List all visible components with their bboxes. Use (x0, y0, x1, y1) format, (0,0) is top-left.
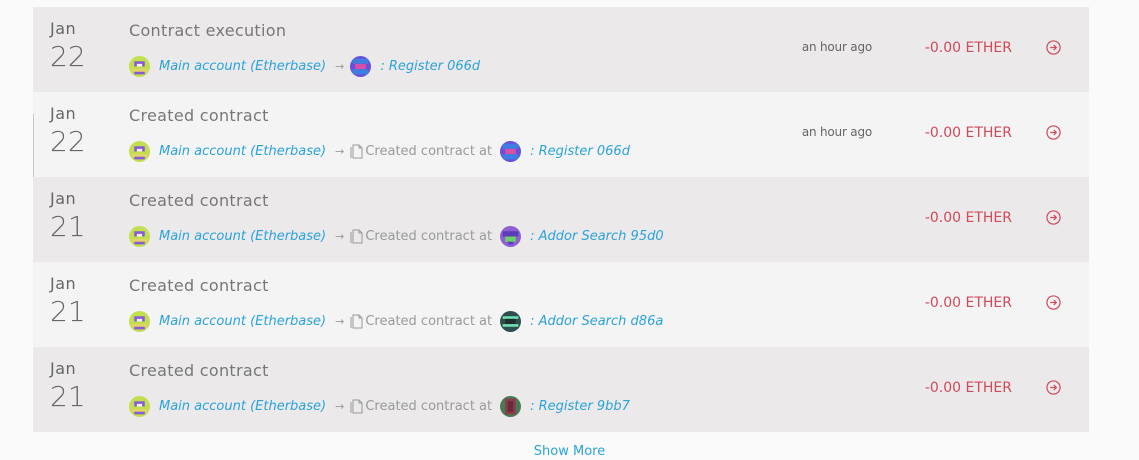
from-account-link[interactable]: Main account (Etherbase) (159, 399, 326, 414)
arrow-circle-right-icon[interactable] (1046, 40, 1061, 55)
date-month: Jan (50, 19, 77, 38)
to-avatar-icon[interactable] (500, 140, 522, 162)
transaction-flow: Main account (Etherbase) → Created contr… (129, 310, 663, 332)
transaction-date: Jan 22 (50, 19, 110, 74)
right-arrow-icon: → (335, 229, 345, 243)
transaction-row[interactable]: Jan 21 Created contract Main account (Et… (33, 177, 1089, 262)
date-day: 22 (50, 125, 86, 158)
contract-link[interactable]: : Register 066d (380, 59, 480, 74)
to-avatar-icon[interactable] (350, 55, 372, 77)
date-day: 21 (50, 380, 86, 413)
transaction-list: Jan 22 Contract execution Main account (… (33, 7, 1089, 432)
arrow-circle-right-icon[interactable] (1046, 295, 1061, 310)
arrow-circle-right-icon[interactable] (1046, 210, 1061, 225)
from-avatar-icon[interactable] (129, 395, 150, 417)
transaction-date: Jan 21 (50, 189, 110, 244)
date-day: 21 (50, 295, 86, 328)
created-contract-label: Created contract at (365, 398, 493, 414)
created-contract-label: Created contract at (365, 313, 493, 329)
transaction-title: Created contract (129, 276, 269, 295)
transaction-amount: -0.00 ETHER (924, 125, 1012, 141)
transaction-amount: -0.00 ETHER (924, 295, 1012, 311)
transaction-row[interactable]: Jan 22 Created contract Main account (Et… (33, 92, 1089, 178)
to-avatar-icon[interactable] (500, 395, 522, 417)
from-account-link[interactable]: Main account (Etherbase) (159, 59, 326, 74)
transaction-flow: Main account (Etherbase) → Created contr… (129, 395, 630, 417)
from-avatar-icon[interactable] (129, 140, 150, 162)
contract-link[interactable]: : Register 066d (530, 144, 630, 159)
created-contract-label: Created contract at (365, 228, 493, 244)
date-month: Jan (50, 104, 77, 123)
transaction-time: an hour ago (801, 40, 872, 54)
document-icon (350, 399, 363, 413)
transaction-date: Jan 21 (50, 359, 110, 414)
transaction-amount: -0.00 ETHER (924, 40, 1012, 56)
from-avatar-icon[interactable] (129, 225, 150, 247)
to-avatar-icon[interactable] (500, 310, 522, 332)
date-month: Jan (50, 189, 77, 208)
transaction-title: Created contract (129, 191, 269, 210)
contract-link[interactable]: : Addor Search 95d0 (530, 229, 664, 244)
date-day: 21 (50, 210, 86, 243)
right-arrow-icon: → (335, 144, 345, 158)
arrow-circle-right-icon[interactable] (1046, 380, 1061, 395)
right-arrow-icon: → (335, 399, 345, 413)
from-account-link[interactable]: Main account (Etherbase) (159, 229, 326, 244)
transaction-flow: Main account (Etherbase) → Created contr… (129, 225, 664, 247)
from-account-link[interactable]: Main account (Etherbase) (159, 314, 326, 329)
date-month: Jan (50, 274, 77, 293)
transaction-time: an hour ago (801, 125, 872, 139)
transaction-date: Jan 22 (50, 104, 110, 159)
transaction-row[interactable]: Jan 21 Created contract Main account (Et… (33, 347, 1089, 432)
from-avatar-icon[interactable] (129, 310, 150, 332)
transaction-date: Jan 21 (50, 274, 110, 329)
transaction-row[interactable]: Jan 21 Created contract Main account (Et… (33, 262, 1089, 347)
show-more-link[interactable]: Show More (0, 444, 1139, 460)
transaction-flow: Main account (Etherbase) → Created contr… (129, 140, 630, 162)
from-account-link[interactable]: Main account (Etherbase) (159, 144, 326, 159)
transaction-row[interactable]: Jan 22 Contract execution Main account (… (33, 7, 1089, 92)
transaction-flow: Main account (Etherbase) → : Register 06… (129, 55, 480, 77)
date-day: 22 (50, 40, 86, 73)
to-avatar-icon[interactable] (500, 225, 522, 247)
document-icon (350, 144, 363, 158)
transaction-title: Created contract (129, 361, 269, 380)
contract-link[interactable]: : Register 9bb7 (530, 399, 630, 414)
document-icon (350, 229, 363, 243)
right-arrow-icon: → (335, 59, 345, 73)
from-avatar-icon[interactable] (129, 55, 150, 77)
transaction-title: Contract execution (129, 21, 287, 40)
transaction-amount: -0.00 ETHER (924, 380, 1012, 396)
contract-link[interactable]: : Addor Search d86a (530, 314, 663, 329)
transaction-title: Created contract (129, 106, 269, 125)
created-contract-label: Created contract at (365, 143, 493, 159)
document-icon (350, 314, 363, 328)
right-arrow-icon: → (335, 314, 345, 328)
date-month: Jan (50, 359, 77, 378)
arrow-circle-right-icon[interactable] (1046, 125, 1061, 140)
transaction-amount: -0.00 ETHER (924, 210, 1012, 226)
